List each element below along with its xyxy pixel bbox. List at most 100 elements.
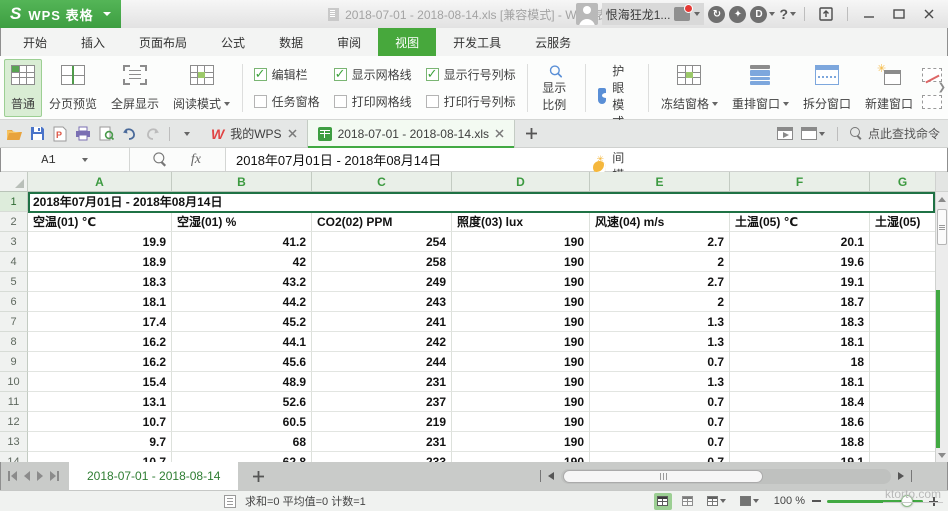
cell[interactable]: 18.9 bbox=[28, 252, 172, 272]
cell[interactable]: 19.6 bbox=[730, 252, 870, 272]
cell[interactable]: 190 bbox=[452, 392, 590, 412]
draw-border-icon[interactable] bbox=[922, 68, 942, 82]
cell[interactable]: 190 bbox=[452, 272, 590, 292]
cell[interactable]: 18.3 bbox=[28, 272, 172, 292]
notification-icon[interactable] bbox=[674, 7, 690, 21]
redo-button[interactable] bbox=[142, 124, 162, 144]
row-number-1[interactable]: 1 bbox=[0, 192, 28, 212]
cell[interactable]: 52.6 bbox=[172, 392, 312, 412]
row-number-12[interactable]: 12 bbox=[0, 412, 28, 432]
cell[interactable]: 19.9 bbox=[28, 232, 172, 252]
ribbon-tab-view[interactable]: 视图 bbox=[378, 28, 436, 56]
cell[interactable]: 43.2 bbox=[172, 272, 312, 292]
ribbon-tab-formulas[interactable]: 公式 bbox=[204, 28, 262, 56]
horizontal-scroll-track[interactable] bbox=[561, 469, 891, 484]
cell[interactable]: 44.2 bbox=[172, 292, 312, 312]
column-header-A[interactable]: A bbox=[28, 172, 172, 191]
next-sheet-button[interactable] bbox=[37, 471, 43, 481]
cell[interactable]: 233 bbox=[312, 452, 452, 462]
cell[interactable]: 2.7 bbox=[590, 272, 730, 292]
vertical-scroll-thumb[interactable] bbox=[937, 209, 947, 245]
cell[interactable] bbox=[870, 372, 935, 392]
macro-record-icon[interactable] bbox=[224, 495, 236, 508]
column-header-E[interactable]: E bbox=[590, 172, 730, 191]
ribbon-tab-dev-tools[interactable]: 开发工具 bbox=[436, 28, 518, 56]
select-all-corner[interactable] bbox=[0, 172, 28, 191]
cell[interactable]: 10.7 bbox=[28, 452, 172, 462]
cell[interactable]: 244 bbox=[312, 352, 452, 372]
cell[interactable]: 44.1 bbox=[172, 332, 312, 352]
row-number-5[interactable]: 5 bbox=[0, 272, 28, 292]
cell[interactable]: 0.7 bbox=[590, 452, 730, 462]
cell[interactable]: 18.8 bbox=[730, 432, 870, 452]
cell[interactable]: 258 bbox=[312, 252, 452, 272]
vertical-scrollbar[interactable] bbox=[935, 172, 948, 462]
cell[interactable]: 18.7 bbox=[730, 292, 870, 312]
cell[interactable]: 16.2 bbox=[28, 332, 172, 352]
cell[interactable] bbox=[870, 352, 935, 372]
status-view-pagebreak-button[interactable] bbox=[679, 493, 697, 510]
cell[interactable]: 190 bbox=[452, 452, 590, 462]
view-page-break-button[interactable]: 分页预览 bbox=[42, 59, 104, 117]
cell[interactable]: 18 bbox=[730, 352, 870, 372]
cell[interactable]: 60.5 bbox=[172, 412, 312, 432]
cell[interactable]: 249 bbox=[312, 272, 452, 292]
checkbox-print-gridlines[interactable]: 打印网格线 bbox=[328, 88, 418, 115]
zoom-scale-button[interactable]: 显示比例 bbox=[532, 59, 580, 117]
cell[interactable]: 219 bbox=[312, 412, 452, 432]
row-number-2[interactable]: 2 bbox=[0, 212, 28, 232]
switch-window-button[interactable] bbox=[801, 127, 825, 140]
ribbon-tab-insert[interactable]: 插入 bbox=[64, 28, 122, 56]
app-menu-button[interactable]: S WPS 表格 bbox=[0, 0, 121, 28]
cell[interactable] bbox=[870, 272, 935, 292]
status-view-normal-button[interactable] bbox=[654, 493, 672, 510]
cell[interactable]: 9.7 bbox=[28, 432, 172, 452]
cell[interactable]: 18.3 bbox=[730, 312, 870, 332]
close-button[interactable] bbox=[916, 4, 942, 24]
row-number-4[interactable]: 4 bbox=[0, 252, 28, 272]
cell[interactable]: 18.1 bbox=[28, 292, 172, 312]
ribbon-tab-home[interactable]: 开始 bbox=[6, 28, 64, 56]
cell[interactable] bbox=[870, 452, 935, 462]
cell[interactable]: 41.2 bbox=[172, 232, 312, 252]
cell[interactable]: 照度(03) lux bbox=[452, 212, 590, 232]
cell[interactable]: 风速(04) m/s bbox=[590, 212, 730, 232]
new-tab-button[interactable] bbox=[521, 124, 541, 144]
arrange-windows-button[interactable]: 重排窗口 bbox=[725, 59, 796, 117]
cell[interactable]: 1.3 bbox=[590, 332, 730, 352]
cell[interactable]: 190 bbox=[452, 412, 590, 432]
cell[interactable] bbox=[870, 232, 935, 252]
cell[interactable]: 242 bbox=[312, 332, 452, 352]
cell[interactable]: 空温(01) ℃ bbox=[28, 212, 172, 232]
skin-button[interactable]: D bbox=[750, 6, 775, 23]
ribbon-tab-review[interactable]: 审阅 bbox=[320, 28, 378, 56]
horizontal-scrollbar[interactable] bbox=[540, 469, 948, 484]
cell[interactable]: 13.1 bbox=[28, 392, 172, 412]
view-full-screen-button[interactable]: 全屏显示 bbox=[104, 59, 166, 117]
formula-input[interactable]: 2018年07月01日 - 2018年08月14日 bbox=[226, 148, 948, 171]
row-number-7[interactable]: 7 bbox=[0, 312, 28, 332]
split-window-button[interactable]: 拆分窗口 bbox=[796, 59, 858, 117]
view-normal-button[interactable]: 普通 bbox=[4, 59, 42, 117]
scroll-up-button[interactable] bbox=[936, 192, 948, 206]
cell[interactable]: 0.7 bbox=[590, 432, 730, 452]
cell[interactable]: 19.1 bbox=[730, 452, 870, 462]
row-number-8[interactable]: 8 bbox=[0, 332, 28, 352]
cell[interactable]: 20.1 bbox=[730, 232, 870, 252]
tab-my-wps[interactable]: W 我的WPS bbox=[201, 120, 307, 148]
freeze-panes-button[interactable]: 冻结窗格 bbox=[654, 59, 725, 117]
cell-a1-selected[interactable]: 2018年07月01日 - 2018年08月14日 bbox=[28, 192, 935, 212]
row-number-9[interactable]: 9 bbox=[0, 352, 28, 372]
cell[interactable]: 土湿(05) bbox=[870, 212, 935, 232]
cell[interactable]: 42 bbox=[172, 252, 312, 272]
prev-sheet-button[interactable] bbox=[24, 471, 30, 481]
zoom-out-button[interactable] bbox=[812, 500, 821, 502]
row-number-14[interactable]: 14 bbox=[0, 452, 28, 462]
cell[interactable]: 45.2 bbox=[172, 312, 312, 332]
cell[interactable]: 空湿(01) % bbox=[172, 212, 312, 232]
first-sheet-button[interactable] bbox=[8, 471, 17, 481]
maximize-button[interactable] bbox=[886, 4, 912, 24]
scroll-left-button[interactable] bbox=[548, 472, 554, 480]
help-button[interactable]: ? bbox=[779, 6, 796, 22]
status-view-reading-button[interactable] bbox=[737, 493, 763, 510]
